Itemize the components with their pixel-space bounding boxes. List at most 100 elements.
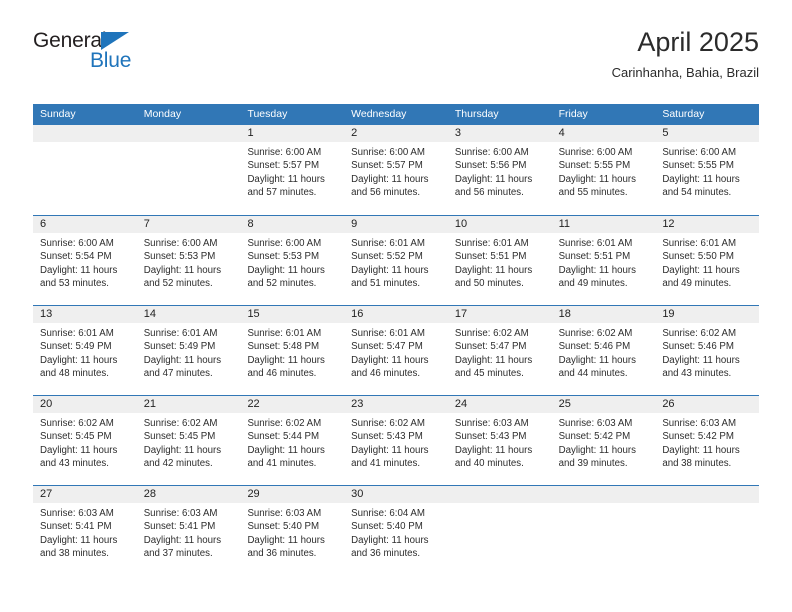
day-cell[interactable]: 6 Sunrise: 6:00 AM Sunset: 5:54 PM Daylight…: [33, 216, 137, 305]
day-number: [136, 125, 241, 142]
daylight-text-line2: and 38 minutes.: [40, 547, 109, 559]
brand-triangle-icon: [101, 32, 129, 50]
daylight-text-line2: and 41 minutes.: [351, 457, 421, 469]
day-number: 24: [447, 396, 552, 413]
sunrise-text: Sunrise: 6:03 AM: [247, 508, 322, 519]
day-cell[interactable]: 3 Sunrise: 6:00 AM Sunset: 5:56 PM Daylight…: [447, 125, 552, 215]
day-cell[interactable]: 4 Sunrise: 6:00 AM Sunset: 5:55 PM Daylight…: [551, 125, 656, 215]
day-number: 5: [655, 125, 760, 142]
daylight-text-line2: and 36 minutes.: [351, 547, 421, 559]
brand-logo[interactable]: General Blue: [33, 28, 213, 84]
day-cell[interactable]: 29 Sunrise: 6:03 AM Sunset: 5:40 PM Dayligh…: [240, 486, 345, 575]
sunset-text: Sunset: 5:49 PM: [143, 341, 216, 353]
day-number: 16: [344, 306, 448, 323]
day-cell[interactable]: 23 Sunrise: 6:02 AM Sunset: 5:43 PM Dayligh…: [344, 396, 448, 485]
daylight-text-line1: Daylight: 11 hours: [454, 444, 533, 456]
daylight-text-line1: Daylight: 11 hours: [143, 444, 222, 456]
day-cell-empty: [655, 486, 760, 575]
day-cell[interactable]: 20 Sunrise: 6:02 AM Sunset: 5:45 PM Dayligh…: [33, 396, 137, 485]
day-cell[interactable]: 15 Sunrise: 6:01 AM Sunset: 5:48 PM Dayligh…: [240, 306, 345, 395]
daylight-text-line1: Daylight: 11 hours: [662, 354, 740, 366]
page-subtitle: Carinhanha, Bahia, Brazil: [611, 65, 759, 81]
day-cell[interactable]: 28 Sunrise: 6:03 AM Sunset: 5:41 PM Dayligh…: [136, 486, 241, 575]
sunset-text: Sunset: 5:43 PM: [351, 431, 423, 443]
day-cell[interactable]: 17 Sunrise: 6:02 AM Sunset: 5:47 PM Dayligh…: [447, 306, 552, 395]
daylight-text-line1: Daylight: 11 hours: [558, 354, 636, 366]
day-cell[interactable]: 26 Sunrise: 6:03 AM Sunset: 5:42 PM Dayligh…: [655, 396, 760, 485]
day-cell[interactable]: 9 Sunrise: 6:01 AM Sunset: 5:52 PM Daylight…: [344, 216, 448, 305]
day-details: Sunrise: 6:00 AM Sunset: 5:53 PM Daylight:…: [240, 233, 344, 290]
calendar-week-row: 13 Sunrise: 6:01 AM Sunset: 5:49 PM Dayligh…: [33, 305, 760, 395]
day-cell[interactable]: 24 Sunrise: 6:03 AM Sunset: 5:43 PM Dayligh…: [447, 396, 552, 485]
day-details: Sunrise: 6:01 AM Sunset: 5:51 PM Daylight:…: [552, 233, 656, 290]
day-cell[interactable]: 30 Sunrise: 6:04 AM Sunset: 5:40 PM Dayligh…: [344, 486, 448, 575]
daylight-text-line2: and 52 minutes.: [247, 277, 317, 289]
day-number: 10: [447, 216, 552, 233]
brand-name-general: General: [33, 29, 107, 52]
day-number: 19: [655, 306, 760, 323]
day-number: 21: [136, 396, 241, 413]
day-cell[interactable]: 21 Sunrise: 6:02 AM Sunset: 5:45 PM Dayligh…: [136, 396, 241, 485]
day-cell[interactable]: 5 Sunrise: 6:00 AM Sunset: 5:55 PM Daylight…: [655, 125, 760, 215]
day-number: 17: [447, 306, 552, 323]
day-cell[interactable]: 12 Sunrise: 6:01 AM Sunset: 5:50 PM Dayligh…: [655, 216, 760, 305]
day-cell[interactable]: 27 Sunrise: 6:03 AM Sunset: 5:41 PM Dayligh…: [33, 486, 137, 575]
daylight-text-line2: and 37 minutes.: [143, 547, 213, 559]
sunrise-text: Sunrise: 6:03 AM: [143, 508, 218, 519]
day-number: 29: [240, 486, 345, 503]
sunrise-text: Sunrise: 6:01 AM: [143, 328, 218, 339]
day-cell[interactable]: 8 Sunrise: 6:00 AM Sunset: 5:53 PM Daylight…: [240, 216, 345, 305]
daylight-text-line2: and 57 minutes.: [247, 186, 317, 198]
sunset-text: Sunset: 5:45 PM: [143, 431, 216, 443]
sunrise-text: Sunrise: 6:01 AM: [558, 238, 633, 249]
day-cell[interactable]: 16 Sunrise: 6:01 AM Sunset: 5:47 PM Dayligh…: [344, 306, 448, 395]
day-cell[interactable]: 1 Sunrise: 6:00 AM Sunset: 5:57 PM Daylight…: [240, 125, 345, 215]
calendar-week-row: 6 Sunrise: 6:00 AM Sunset: 5:54 PM Daylight…: [33, 215, 760, 305]
day-cell[interactable]: 2 Sunrise: 6:00 AM Sunset: 5:57 PM Daylight…: [344, 125, 448, 215]
day-cell[interactable]: 14 Sunrise: 6:01 AM Sunset: 5:49 PM Dayligh…: [136, 306, 241, 395]
day-details: Sunrise: 6:00 AM Sunset: 5:54 PM Daylight:…: [33, 233, 137, 290]
day-cell[interactable]: 13 Sunrise: 6:01 AM Sunset: 5:49 PM Dayligh…: [33, 306, 137, 395]
day-number: 11: [551, 216, 656, 233]
day-number: 12: [655, 216, 760, 233]
daylight-text-line1: Daylight: 11 hours: [351, 173, 429, 185]
daylight-text-line1: Daylight: 11 hours: [662, 173, 740, 185]
day-details: Sunrise: 6:02 AM Sunset: 5:47 PM Daylight:…: [448, 323, 552, 380]
sunset-text: Sunset: 5:51 PM: [454, 251, 527, 263]
sunrise-text: Sunrise: 6:00 AM: [351, 147, 425, 158]
weekday-header-row: Sunday Monday Tuesday Wednesday Thursday…: [33, 104, 759, 125]
day-details: Sunrise: 6:03 AM Sunset: 5:42 PM Daylight:…: [552, 413, 656, 470]
weekday-monday: Monday: [143, 108, 182, 120]
day-details: Sunrise: 6:03 AM Sunset: 5:42 PM Daylight:…: [655, 413, 759, 470]
day-details: Sunrise: 6:01 AM Sunset: 5:49 PM Daylight:…: [33, 323, 137, 380]
day-details: Sunrise: 6:01 AM Sunset: 5:48 PM Daylight:…: [240, 323, 344, 380]
day-cell[interactable]: 11 Sunrise: 6:01 AM Sunset: 5:51 PM Dayligh…: [551, 216, 656, 305]
sunrise-text: Sunrise: 6:02 AM: [454, 328, 529, 339]
day-details: Sunrise: 6:02 AM Sunset: 5:43 PM Daylight:…: [344, 413, 448, 470]
daylight-text-line1: Daylight: 11 hours: [40, 354, 118, 366]
sunrise-text: Sunrise: 6:00 AM: [247, 238, 322, 249]
day-cell[interactable]: 18 Sunrise: 6:02 AM Sunset: 5:46 PM Dayligh…: [551, 306, 656, 395]
day-number: [551, 486, 656, 503]
daylight-text-line1: Daylight: 11 hours: [454, 264, 533, 276]
day-details: Sunrise: 6:03 AM Sunset: 5:41 PM Daylight:…: [33, 503, 137, 560]
day-cell[interactable]: 25 Sunrise: 6:03 AM Sunset: 5:42 PM Dayligh…: [551, 396, 656, 485]
daylight-text-line2: and 53 minutes.: [40, 277, 109, 289]
calendar-weeks: 1 Sunrise: 6:00 AM Sunset: 5:57 PM Daylight…: [33, 125, 760, 575]
day-cell[interactable]: 7 Sunrise: 6:00 AM Sunset: 5:53 PM Daylight…: [136, 216, 241, 305]
sunset-text: Sunset: 5:50 PM: [662, 251, 734, 263]
day-details: Sunrise: 6:00 AM Sunset: 5:57 PM Daylight:…: [240, 142, 344, 199]
day-details: Sunrise: 6:03 AM Sunset: 5:40 PM Daylight:…: [240, 503, 344, 560]
sunrise-text: Sunrise: 6:02 AM: [558, 328, 633, 339]
day-cell[interactable]: 19 Sunrise: 6:02 AM Sunset: 5:46 PM Dayligh…: [655, 306, 760, 395]
day-details: Sunrise: 6:03 AM Sunset: 5:41 PM Daylight:…: [137, 503, 241, 560]
day-details: Sunrise: 6:02 AM Sunset: 5:45 PM Daylight:…: [33, 413, 137, 470]
day-details: Sunrise: 6:02 AM Sunset: 5:46 PM Daylight:…: [655, 323, 759, 380]
day-number: [655, 486, 760, 503]
day-cell[interactable]: 22 Sunrise: 6:02 AM Sunset: 5:44 PM Dayligh…: [240, 396, 345, 485]
page-header: General Blue April 2025 Carinhanha, Bahi…: [33, 28, 759, 94]
sunset-text: Sunset: 5:44 PM: [247, 431, 320, 443]
day-details: Sunrise: 6:01 AM Sunset: 5:51 PM Daylight:…: [448, 233, 552, 290]
daylight-text-line2: and 56 minutes.: [454, 186, 524, 198]
day-cell[interactable]: 10 Sunrise: 6:01 AM Sunset: 5:51 PM Dayligh…: [447, 216, 552, 305]
